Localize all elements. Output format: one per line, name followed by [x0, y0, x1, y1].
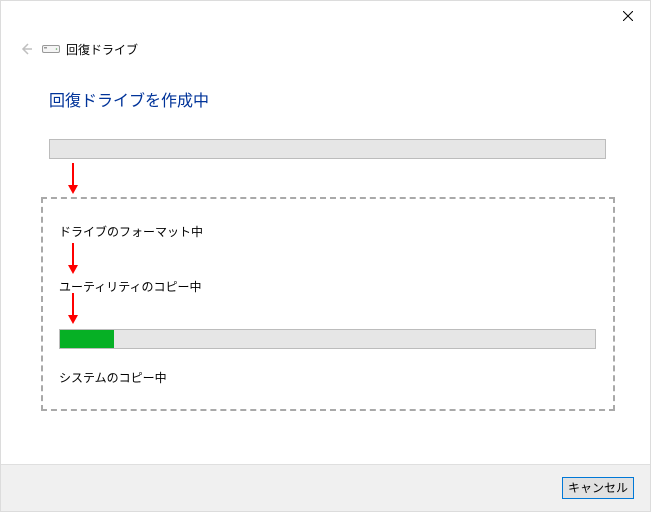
step-copy-system-label: システムのコピー中	[59, 369, 167, 386]
arrow-down-icon	[66, 291, 80, 325]
step-format-label: ドライブのフォーマット中	[59, 223, 203, 240]
arrow-down-icon	[66, 161, 80, 195]
back-button	[16, 39, 36, 59]
footer: キャンセル	[1, 464, 650, 511]
breadcrumb: 回復ドライブ	[66, 41, 138, 58]
drive-icon	[42, 43, 60, 55]
back-arrow-icon	[18, 41, 34, 57]
cancel-button[interactable]: キャンセル	[562, 477, 634, 499]
close-icon	[623, 11, 633, 21]
wizard-window: 回復ドライブ 回復ドライブを作成中 ドライブのフォーマット中 ユーティリティのコ…	[0, 0, 651, 512]
step-copy-utilities-label: ユーティリティのコピー中	[59, 278, 202, 295]
progress-bar-main	[59, 329, 596, 349]
close-button[interactable]	[605, 1, 650, 31]
progress-bar-top	[49, 139, 606, 159]
header-row: 回復ドライブ	[16, 39, 138, 59]
arrow-down-icon	[66, 241, 80, 275]
progress-bar-fill	[60, 330, 114, 348]
title-bar	[1, 1, 650, 31]
page-title: 回復ドライブを作成中	[49, 87, 209, 111]
